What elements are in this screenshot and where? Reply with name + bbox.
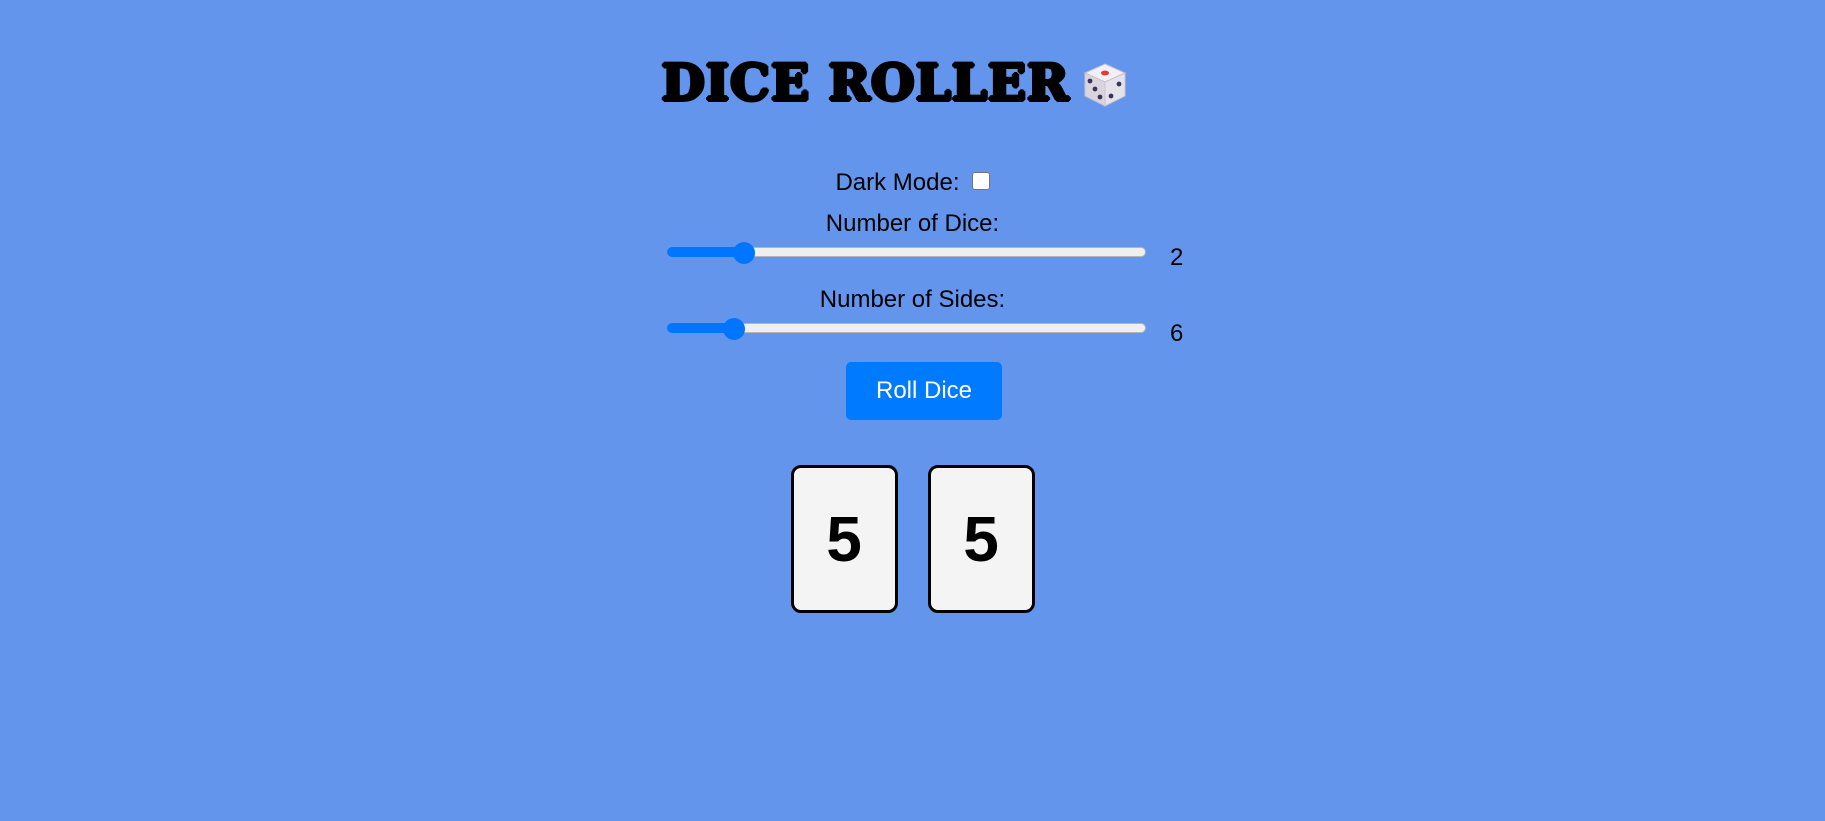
page-title: DICE ROLLER <box>661 53 1070 112</box>
dice-count-value: 2 <box>1170 244 1184 271</box>
sides-slider-thumb[interactable] <box>723 318 745 340</box>
dice-count-slider-thumb[interactable] <box>733 242 755 264</box>
roll-dice-button[interactable]: Roll Dice <box>846 362 1002 420</box>
die-result: 5 <box>790 465 898 613</box>
sides-slider[interactable] <box>667 318 1146 340</box>
dark-mode-checkbox[interactable] <box>971 172 990 190</box>
dice-count-slider[interactable] <box>667 242 1146 264</box>
dice-roller-app: DICE ROLLER Dark Mode: Number of Dice: 2… <box>0 0 1825 821</box>
sides-value: 6 <box>1170 320 1184 347</box>
game-die-icon <box>1083 63 1126 107</box>
dark-mode-label: Dark Mode: <box>835 169 960 196</box>
title-row: DICE ROLLER <box>0 58 1825 108</box>
dark-mode-row: Dark Mode: <box>0 169 1825 197</box>
die-result: 5 <box>927 465 1035 613</box>
dice-results: 5 5 <box>0 465 1825 613</box>
dice-count-label: Number of Dice: <box>825 210 1000 237</box>
sides-label: Number of Sides: <box>819 286 1006 313</box>
